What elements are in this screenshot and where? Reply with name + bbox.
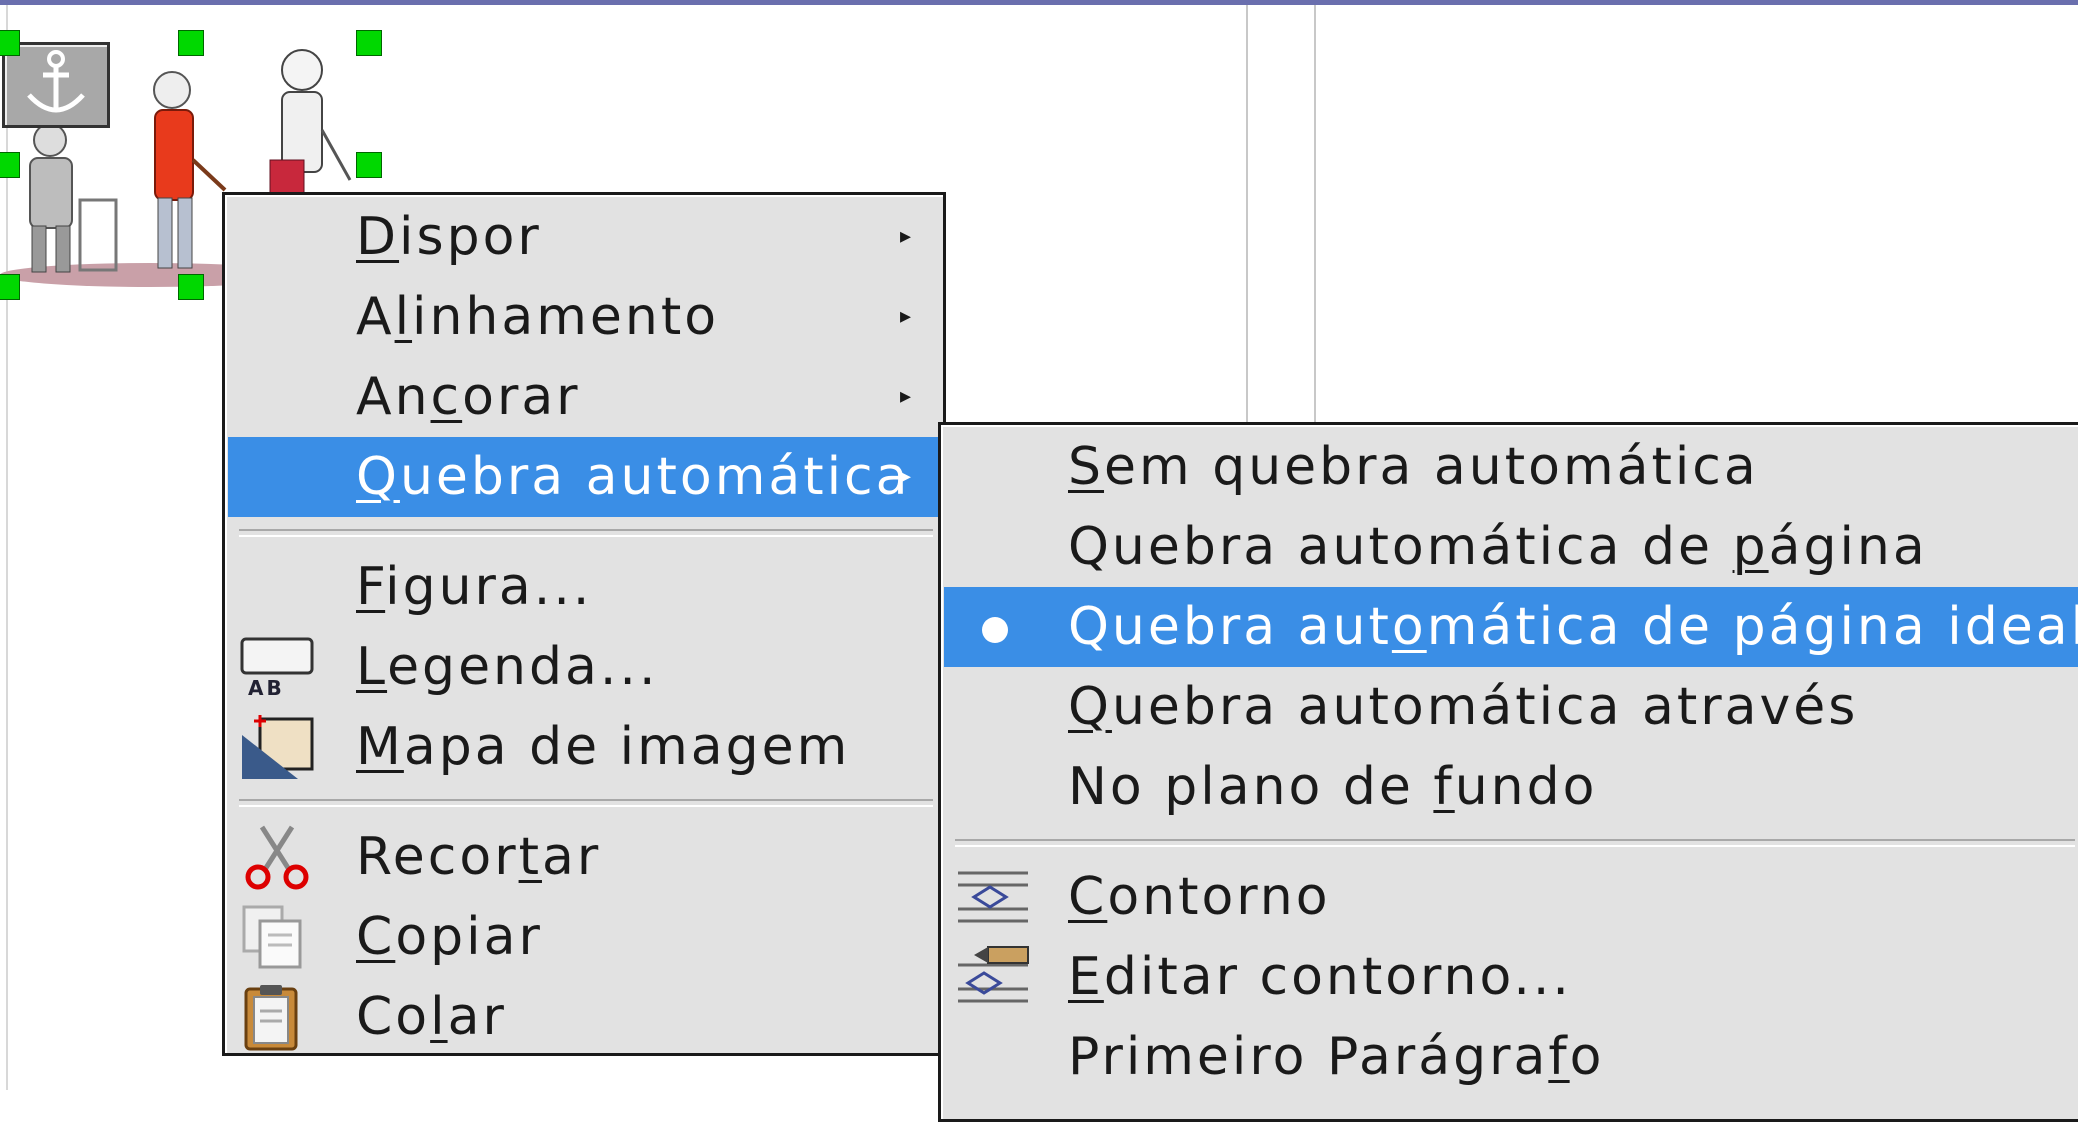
menu-item-sem-quebra-automatica[interactable]: Sem quebra automática bbox=[944, 427, 2078, 507]
menu-item-ancorar[interactable]: Ancorar ▸ bbox=[228, 357, 940, 437]
menu-item-mapa-de-imagem[interactable]: Mapa de imagem bbox=[228, 707, 940, 787]
menu-item-figura[interactable]: Figura... bbox=[228, 547, 940, 627]
caption-icon: AB bbox=[240, 637, 314, 700]
menu-item-colar[interactable]: Colar bbox=[228, 977, 940, 1057]
submenu-arrow-icon: ▸ bbox=[899, 464, 914, 489]
menu-item-editar-contorno[interactable]: Editar contorno... bbox=[944, 937, 2078, 1017]
menu-separator bbox=[239, 799, 933, 807]
contour-icon bbox=[958, 871, 1028, 923]
window-top-border bbox=[0, 0, 2078, 5]
menu-item-quebra-automatica-atraves[interactable]: Quebra automática através bbox=[944, 667, 2078, 747]
submenu-arrow-icon: ▸ bbox=[899, 224, 914, 249]
menu-item-quebra-automatica-de-pagina[interactable]: Quebra automática de página bbox=[944, 507, 2078, 587]
submenu-arrow-icon: ▸ bbox=[899, 304, 914, 329]
menu-separator bbox=[955, 839, 2075, 847]
menu-item-alinhamento[interactable]: Alinhamento ▸ bbox=[228, 277, 940, 357]
resize-handle-w[interactable] bbox=[0, 152, 20, 178]
resize-handle-sw[interactable] bbox=[0, 274, 20, 300]
resize-handle-ne[interactable] bbox=[356, 30, 382, 56]
paste-icon bbox=[244, 985, 298, 1051]
resize-handle-nw[interactable] bbox=[0, 30, 20, 56]
wrap-submenu: Sem quebra automática Quebra automática … bbox=[938, 422, 2078, 1122]
menu-item-recortar[interactable]: Recortar bbox=[228, 817, 940, 897]
copy-icon bbox=[242, 905, 302, 969]
menu-item-dispor[interactable]: Dispor ▸ bbox=[228, 197, 940, 277]
scissors-icon bbox=[245, 825, 309, 890]
submenu-arrow-icon: ▸ bbox=[899, 384, 914, 409]
svg-text:AB: AB bbox=[248, 676, 285, 700]
image-map-icon bbox=[242, 715, 314, 779]
menu-item-copiar[interactable]: Copiar bbox=[228, 897, 940, 977]
menu-item-legenda[interactable]: AB Legenda... bbox=[228, 627, 940, 707]
edit-contour-icon bbox=[958, 946, 1029, 1003]
menu-separator bbox=[239, 529, 933, 537]
menu-item-quebra-automatica[interactable]: Quebra automática ▸ bbox=[228, 437, 940, 517]
resize-handle-s[interactable] bbox=[178, 274, 204, 300]
resize-handle-n[interactable] bbox=[178, 30, 204, 56]
menu-item-contorno[interactable]: Contorno bbox=[944, 857, 2078, 937]
radio-selected-icon bbox=[982, 617, 1008, 643]
menu-item-primeiro-paragrafo[interactable]: Primeiro Parágrafo bbox=[944, 1017, 2078, 1097]
resize-handle-e[interactable] bbox=[356, 152, 382, 178]
menu-item-quebra-automatica-de-pagina-ideal[interactable]: Quebra automática de página ideal bbox=[944, 587, 2078, 667]
context-menu: Dispor ▸ Alinhamento ▸ Ancorar ▸ Quebra … bbox=[222, 192, 946, 1056]
menu-item-no-plano-de-fundo[interactable]: No plano de fundo bbox=[944, 747, 2078, 827]
